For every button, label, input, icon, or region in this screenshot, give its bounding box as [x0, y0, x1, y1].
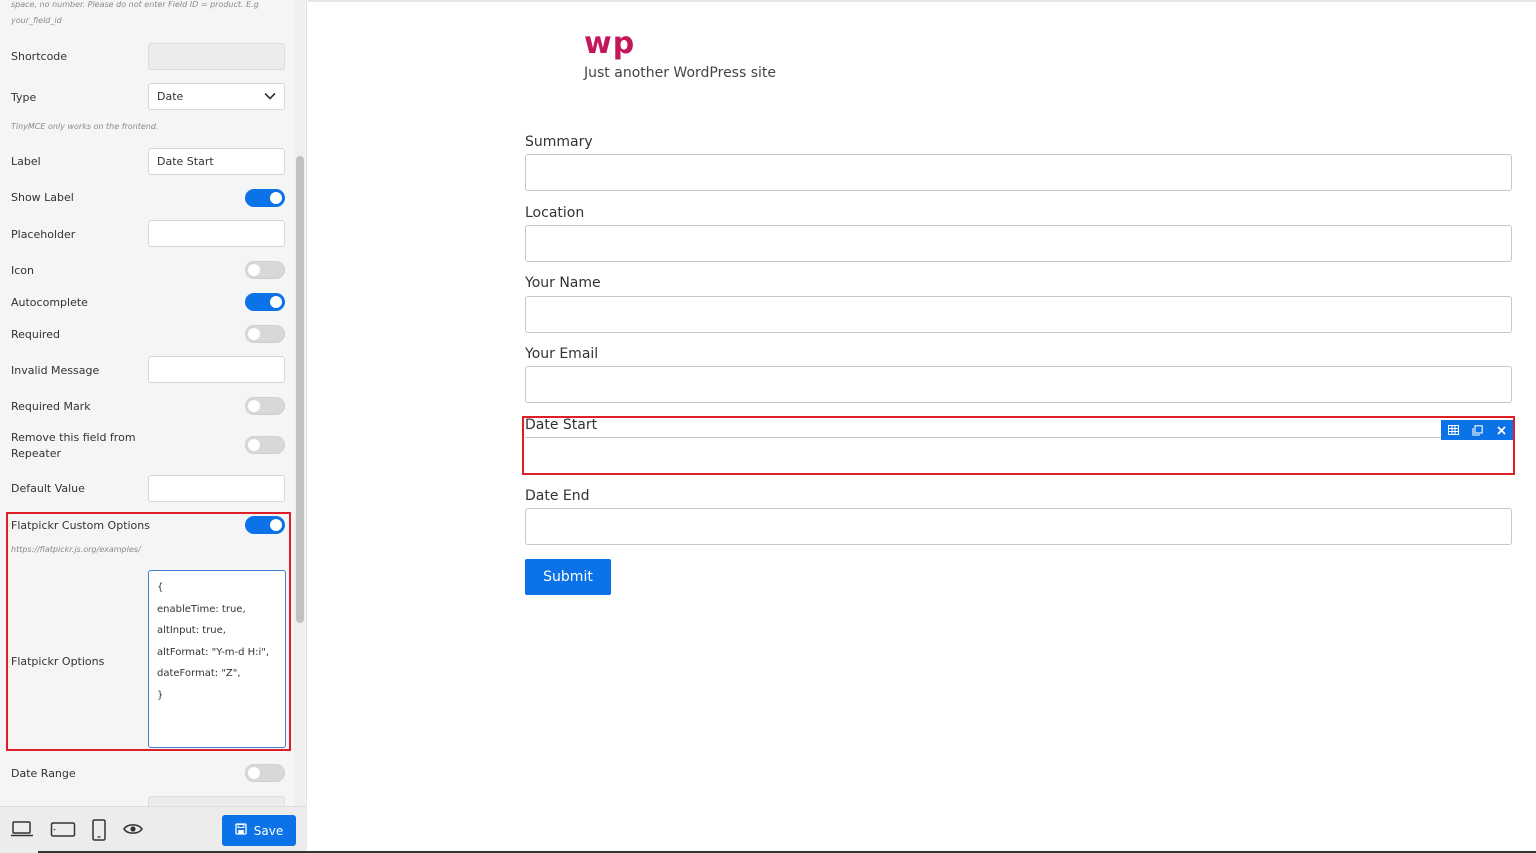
selected-field-toolbar	[1441, 420, 1513, 440]
placeholder-input[interactable]	[148, 220, 285, 247]
your-email-label: Your Email	[525, 346, 599, 362]
sidebar-footer: Save	[0, 806, 307, 853]
laptop-icon[interactable]	[10, 819, 34, 843]
eye-icon[interactable]	[123, 819, 143, 843]
date-end-label: Date End	[525, 488, 590, 504]
autocomplete-toggle[interactable]	[245, 293, 285, 311]
type-select-value: Date	[157, 90, 184, 103]
your-name-label: Your Name	[525, 275, 601, 291]
close-icon[interactable]	[1493, 422, 1509, 438]
sidebar-scroll-area[interactable]: space, no number. Please do not enter Fi…	[0, 0, 307, 806]
autocomplete-label: Autocomplete	[11, 296, 88, 309]
icon-toggle[interactable]	[245, 261, 285, 279]
field-id-help-text: space, no number. Please do not enter Fi…	[11, 0, 259, 9]
location-input[interactable]	[525, 225, 1512, 262]
date-range-input-partial[interactable]	[148, 796, 285, 806]
flatpickr-highlight-box	[6, 512, 291, 751]
submit-button[interactable]: Submit	[525, 559, 611, 595]
save-button[interactable]: Save	[222, 815, 296, 846]
site-tagline: Just another WordPress site	[584, 65, 777, 81]
mobile-icon[interactable]	[91, 819, 107, 845]
invalid-message-label: Invalid Message	[11, 364, 100, 377]
form-preview: wp Just another WordPress site Summary L…	[308, 0, 1536, 853]
field-settings-sidebar: space, no number. Please do not enter Fi…	[0, 0, 307, 853]
label-label: Label	[11, 155, 41, 168]
duplicate-icon[interactable]	[1469, 422, 1485, 438]
floppy-disk-icon	[235, 823, 247, 838]
remove-repeater-toggle[interactable]	[245, 436, 285, 454]
summary-label: Summary	[525, 134, 593, 150]
required-toggle[interactable]	[245, 325, 285, 343]
shortcode-label: Shortcode	[11, 50, 68, 63]
icon-label: Icon	[11, 264, 34, 277]
site-title[interactable]: wp	[584, 26, 635, 61]
sidebar-scrollbar-thumb[interactable]	[296, 156, 304, 623]
save-button-label: Save	[253, 823, 284, 838]
default-value-input[interactable]	[148, 475, 285, 502]
tinymce-help-text: TinyMCE only works on the frontend.	[11, 122, 159, 131]
chevron-down-icon	[264, 90, 276, 103]
required-label: Required	[11, 328, 60, 341]
placeholder-label: Placeholder	[11, 228, 76, 241]
date-range-toggle[interactable]	[245, 764, 285, 782]
your-name-input[interactable]	[525, 296, 1512, 333]
your-email-input[interactable]	[525, 366, 1512, 403]
shortcode-field[interactable]	[148, 43, 285, 70]
remove-repeater-label: Remove this field from	[11, 431, 136, 444]
label-input[interactable]: Date Start	[148, 148, 285, 175]
field-id-help-example: your_field_id	[11, 16, 62, 25]
default-value-label: Default Value	[11, 482, 85, 495]
location-label: Location	[525, 205, 585, 221]
date-end-input[interactable]	[525, 508, 1512, 545]
tablet-landscape-icon[interactable]	[50, 819, 76, 843]
type-select[interactable]: Date	[148, 83, 285, 110]
selected-field-highlight[interactable]	[522, 416, 1515, 475]
grid-icon[interactable]	[1445, 422, 1461, 438]
required-mark-label: Required Mark	[11, 400, 91, 413]
show-label-toggle[interactable]	[245, 189, 285, 207]
required-mark-toggle[interactable]	[245, 397, 285, 415]
date-range-label: Date Range	[11, 767, 76, 780]
invalid-message-input[interactable]	[148, 356, 285, 383]
summary-input[interactable]	[525, 154, 1512, 191]
remove-repeater-label-line2: Repeater	[11, 447, 62, 460]
type-label: Type	[11, 91, 37, 104]
show-label-label: Show Label	[11, 191, 74, 204]
